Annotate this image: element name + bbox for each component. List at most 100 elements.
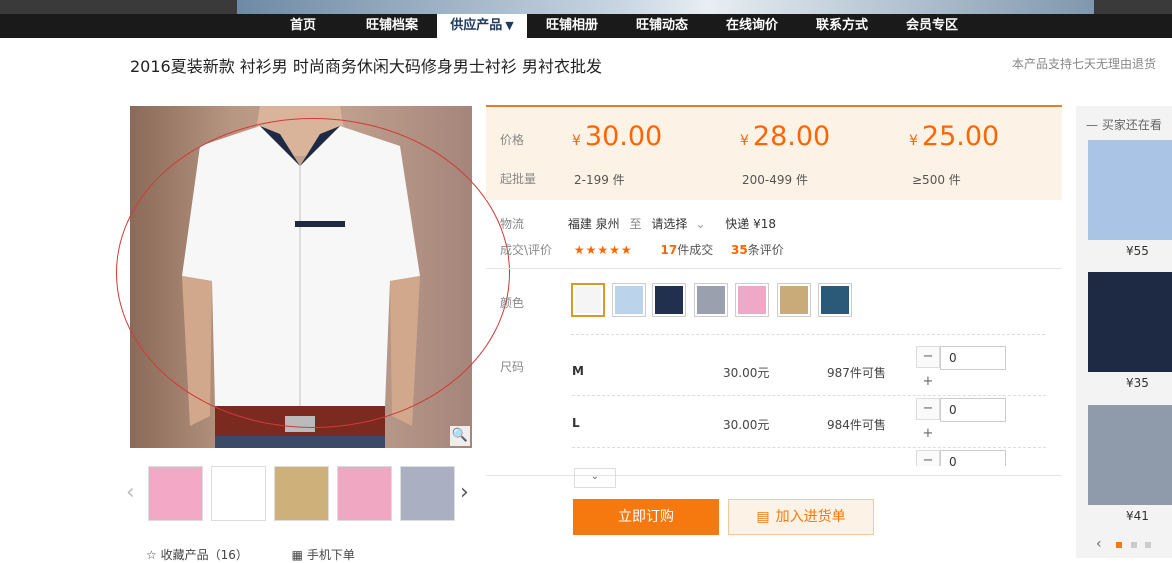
top-banner [0, 0, 1172, 14]
product-title: 2016夏装新款 衬衫男 时尚商务休闲大码修身男士衬衫 男衬衣批发 [130, 57, 602, 76]
color-swatch-5[interactable] [735, 283, 769, 317]
deals-count: 17 [660, 243, 678, 257]
ship-from: 福建 泉州 [567, 217, 620, 231]
dropdown-arrow-icon: ▼ [505, 19, 514, 32]
thumbnail-4[interactable] [337, 466, 392, 521]
size-stock: 984件可售 [827, 418, 886, 432]
increment-button[interactable]: + [916, 424, 940, 446]
reviews-text: 条评价 [747, 243, 784, 257]
add-to-cart-label: 加入进货单 [775, 509, 846, 525]
recommended-item-image [1088, 140, 1172, 240]
sidebar-pager: ‹ [1096, 536, 1151, 552]
add-to-cart-button[interactable]: ▤ 加入进货单 [728, 499, 874, 535]
express-fee: 快递 ¥18 [725, 217, 776, 231]
quantity-input[interactable]: 0 [940, 398, 1006, 422]
divider [486, 475, 1062, 476]
color-swatch-4-image [697, 286, 725, 314]
pager-dot[interactable] [1144, 542, 1151, 548]
color-swatch-7[interactable] [818, 283, 852, 317]
color-swatch-3-image [655, 286, 683, 314]
thumb-next-icon[interactable]: › [460, 480, 469, 505]
reviews-row: 成交\评价 ★★★★★ 17件成交 35条评价 [500, 241, 784, 258]
expand-sizes-button[interactable]: ⌄ [574, 468, 616, 488]
nav-profile[interactable]: 旺铺档案 [356, 14, 428, 38]
tier-price-2-value: 28.00 [752, 121, 831, 152]
nav-members[interactable]: 会员专区 [896, 14, 968, 38]
recommended-item[interactable]: ¥41 [1088, 405, 1172, 523]
nav-inquiry[interactable]: 在线询价 [716, 14, 788, 38]
deals-link[interactable]: 17件成交 [661, 243, 714, 257]
color-swatch-4[interactable] [694, 283, 728, 317]
nav-album[interactable]: 旺铺相册 [536, 14, 608, 38]
nav-home[interactable]: 首页 [270, 14, 336, 38]
color-swatch-3[interactable] [652, 283, 686, 317]
main-product-image[interactable]: 🔍 [130, 106, 472, 448]
quantity-stepper: − 0 + [916, 346, 1006, 392]
thumbnail-strip: ‹ › [126, 466, 472, 522]
size-row: L 30.00元 984件可售 − 0 + [486, 394, 1046, 446]
return-policy-notice: 本产品支持七天无理由退货 [1011, 57, 1156, 71]
reviews-count: 35 [731, 243, 748, 257]
recommendations-sidebar: — 买家还在看 ¥55 ¥35 ¥41 ‹ [1076, 106, 1172, 558]
destination-select[interactable]: 请选择 ⌄ [651, 217, 705, 231]
divider [486, 268, 1062, 269]
price-label: 价格 [500, 133, 525, 147]
thumbnail-5[interactable] [400, 466, 455, 521]
recommended-item-image [1088, 272, 1172, 372]
chevron-down-icon: ⌄ [695, 217, 706, 231]
buy-now-button[interactable]: 立即订购 [573, 499, 719, 535]
color-swatch-6[interactable] [777, 283, 811, 317]
logistics-label: 物流 [500, 217, 525, 231]
reviews-label: 成交\评价 [500, 243, 553, 257]
thumbnail-2[interactable] [211, 466, 266, 521]
shirt-model-illustration [182, 106, 420, 448]
nav-news[interactable]: 旺铺动态 [626, 14, 698, 38]
decrement-button[interactable]: − [916, 346, 940, 368]
quantity-stepper: − 0 [916, 450, 1006, 466]
main-nav: 首页 旺铺档案 供应产品 ▼ 旺铺相册 旺铺动态 在线询价 联系方式 会员专区 [0, 14, 1172, 38]
size-name: L [572, 416, 580, 430]
recommended-item-price: ¥35 [1126, 376, 1149, 390]
size-row: − 0 [486, 446, 1046, 466]
recommended-item[interactable]: ¥35 [1088, 272, 1172, 390]
collect-product-link[interactable]: ☆ 收藏产品（16） [146, 548, 248, 562]
tier-range-1: 2-199 件 [574, 173, 625, 187]
color-label-text: 颜色 [500, 296, 525, 310]
currency-symbol: ¥ [572, 133, 581, 149]
quantity-input[interactable]: 0 [940, 346, 1006, 370]
decrement-button[interactable]: − [916, 450, 940, 466]
thumbnail-3[interactable] [274, 466, 329, 521]
zoom-icon[interactable]: 🔍 [450, 426, 470, 446]
reviews-link[interactable]: 35条评价 [731, 243, 784, 257]
color-swatch-5-image [738, 286, 766, 314]
recommended-item-price: ¥41 [1126, 509, 1149, 523]
increment-button[interactable]: + [916, 372, 940, 394]
color-swatch-1[interactable] [571, 283, 605, 317]
nav-contact[interactable]: 联系方式 [806, 14, 878, 38]
sidebar-heading: — 买家还在看 [1086, 118, 1162, 132]
decrement-button[interactable]: − [916, 398, 940, 420]
color-swatch-2[interactable] [612, 283, 646, 317]
size-table: M 30.00元 987件可售 − 0 + L 30.00元 984件可售 − … [486, 342, 1046, 466]
color-swatch-6-image [780, 286, 808, 314]
nav-products-label: 供应产品 [450, 18, 503, 33]
nav-products[interactable]: 供应产品 ▼ [437, 14, 527, 38]
sidebar-prev-icon[interactable]: ‹ [1096, 536, 1102, 552]
quantity-input[interactable]: 0 [940, 450, 1006, 466]
mobile-order-link[interactable]: ▦ 手机下单 [292, 548, 355, 562]
thumbnail-1[interactable] [148, 466, 203, 521]
recommended-item[interactable]: ¥55 [1088, 140, 1172, 258]
tier-price-3-value: 25.00 [921, 121, 1000, 152]
tier-range-3: ≥500 件 [912, 173, 961, 187]
quantity-stepper: − 0 + [916, 398, 1006, 444]
size-price: 30.00元 [723, 366, 770, 380]
pager-dot[interactable] [1130, 542, 1137, 548]
thumb-prev-icon[interactable]: ‹ [126, 480, 135, 505]
pager-dot-active[interactable] [1116, 542, 1123, 548]
divider [571, 334, 1045, 335]
ship-to-word: 至 [629, 217, 642, 231]
currency-symbol: ¥ [909, 133, 918, 149]
tier-price-3: ¥25.00 [909, 121, 999, 152]
recommended-item-price: ¥55 [1126, 244, 1149, 258]
clipboard-icon: ▤ [756, 509, 770, 525]
